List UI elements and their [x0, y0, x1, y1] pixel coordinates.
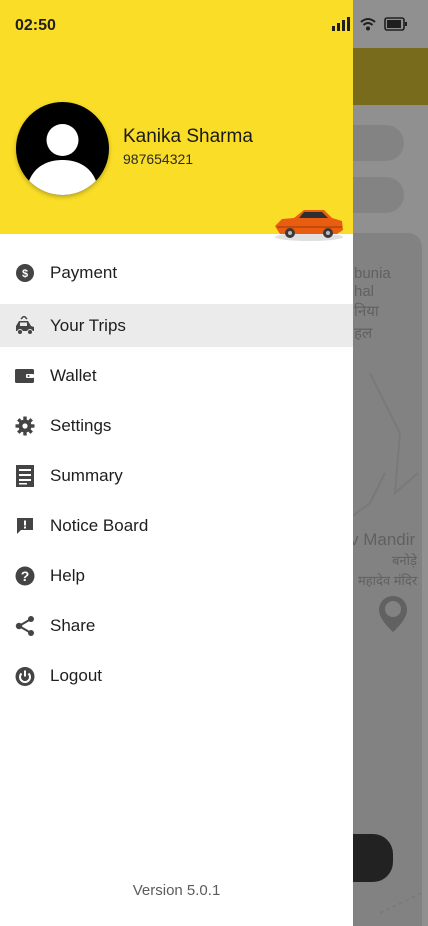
status-time: 02:50 [15, 17, 56, 34]
menu-item-label: Your Trips [50, 315, 126, 335]
battery-icon [384, 17, 407, 31]
menu-item-notice-board[interactable]: Notice Board [0, 501, 353, 551]
gear-icon [14, 415, 36, 437]
menu-item-summary[interactable]: Summary [0, 451, 353, 501]
menu-item-share[interactable]: Share [0, 601, 353, 651]
notice-icon [14, 515, 36, 537]
share-icon [14, 615, 36, 637]
payment-icon: $ [14, 262, 36, 284]
menu-item-label: Notice Board [50, 516, 149, 535]
car-illustration-icon [275, 210, 343, 241]
power-icon [14, 665, 36, 687]
navigation-drawer: Kanika Sharma 987654321 $ Payment Your T… [0, 0, 353, 926]
menu-item-label: Payment [50, 263, 118, 282]
wifi-icon [360, 18, 376, 31]
status-bar: 02:50 [0, 0, 428, 50]
document-icon [14, 465, 36, 487]
menu-item-settings[interactable]: Settings [0, 401, 353, 451]
app-version: Version 5.0.1 [132, 882, 221, 899]
menu-item-label: Logout [50, 666, 102, 685]
signal-icon [332, 17, 350, 31]
user-name: Kanika Sharma [123, 126, 253, 147]
svg-text:?: ? [21, 568, 30, 584]
menu-item-wallet[interactable]: Wallet [0, 351, 353, 401]
wallet-icon [14, 365, 36, 387]
user-phone: 987654321 [123, 151, 194, 167]
svg-text:$: $ [22, 268, 28, 280]
user-icon [26, 124, 99, 195]
help-icon: ? [14, 565, 36, 587]
menu-item-logout[interactable]: Logout [0, 651, 353, 701]
drawer-menu: $ Payment Your Trips Wallet Settings Sum… [0, 248, 353, 701]
menu-item-label: Summary [50, 466, 123, 485]
menu-item-your-trips[interactable]: Your Trips [0, 304, 353, 347]
menu-item-payment[interactable]: $ Payment [0, 248, 353, 298]
menu-item-help[interactable]: ? Help [0, 551, 353, 601]
status-icons [332, 17, 408, 31]
menu-item-label: Share [50, 616, 96, 635]
menu-item-label: Settings [50, 416, 112, 435]
car-icon [14, 315, 36, 337]
avatar[interactable] [16, 102, 109, 195]
menu-item-label: Help [50, 566, 85, 585]
menu-item-label: Wallet [50, 366, 97, 385]
